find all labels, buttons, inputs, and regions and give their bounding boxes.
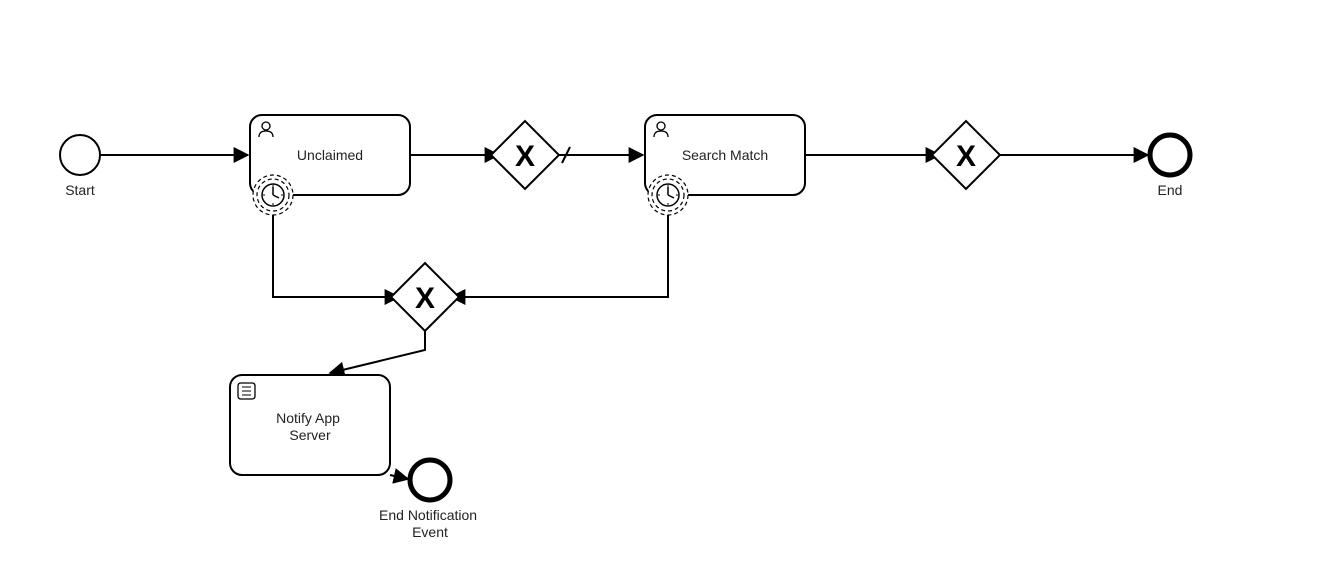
- gateway-x-icon: X: [515, 140, 535, 173]
- clock-icon: [262, 184, 284, 206]
- end-notification-event-label: End Notification Event: [379, 507, 481, 540]
- edge-notify-endnotify: [390, 475, 408, 479]
- gateway-after-search: X: [932, 121, 1000, 189]
- end-event-label: End: [1158, 182, 1183, 198]
- start-event-label: Start: [65, 182, 95, 198]
- start-event: Start: [60, 135, 100, 198]
- task-unclaimed-label: Unclaimed: [297, 147, 363, 163]
- gateway-x-icon: X: [956, 140, 976, 173]
- gateway-x-icon: X: [415, 282, 435, 315]
- edge-gw3-notify: [330, 321, 425, 373]
- gateway-merge-timers: X: [391, 263, 459, 331]
- end-notification-event: End Notification Event: [379, 460, 481, 540]
- edge-timer-search-gw3: [451, 215, 668, 297]
- boundary-timer-search: [648, 175, 688, 215]
- end-event: End: [1150, 135, 1190, 198]
- task-search-match-label: Search Match: [682, 147, 768, 163]
- edge-gw1-searchmatch: [549, 147, 643, 163]
- clock-icon: [657, 184, 679, 206]
- gateway-after-unclaimed: X: [491, 121, 559, 189]
- edge-timer-unclaimed-gw3: [273, 215, 399, 297]
- boundary-timer-unclaimed: [253, 175, 293, 215]
- task-notify-app-server: Notify App Server: [230, 375, 390, 475]
